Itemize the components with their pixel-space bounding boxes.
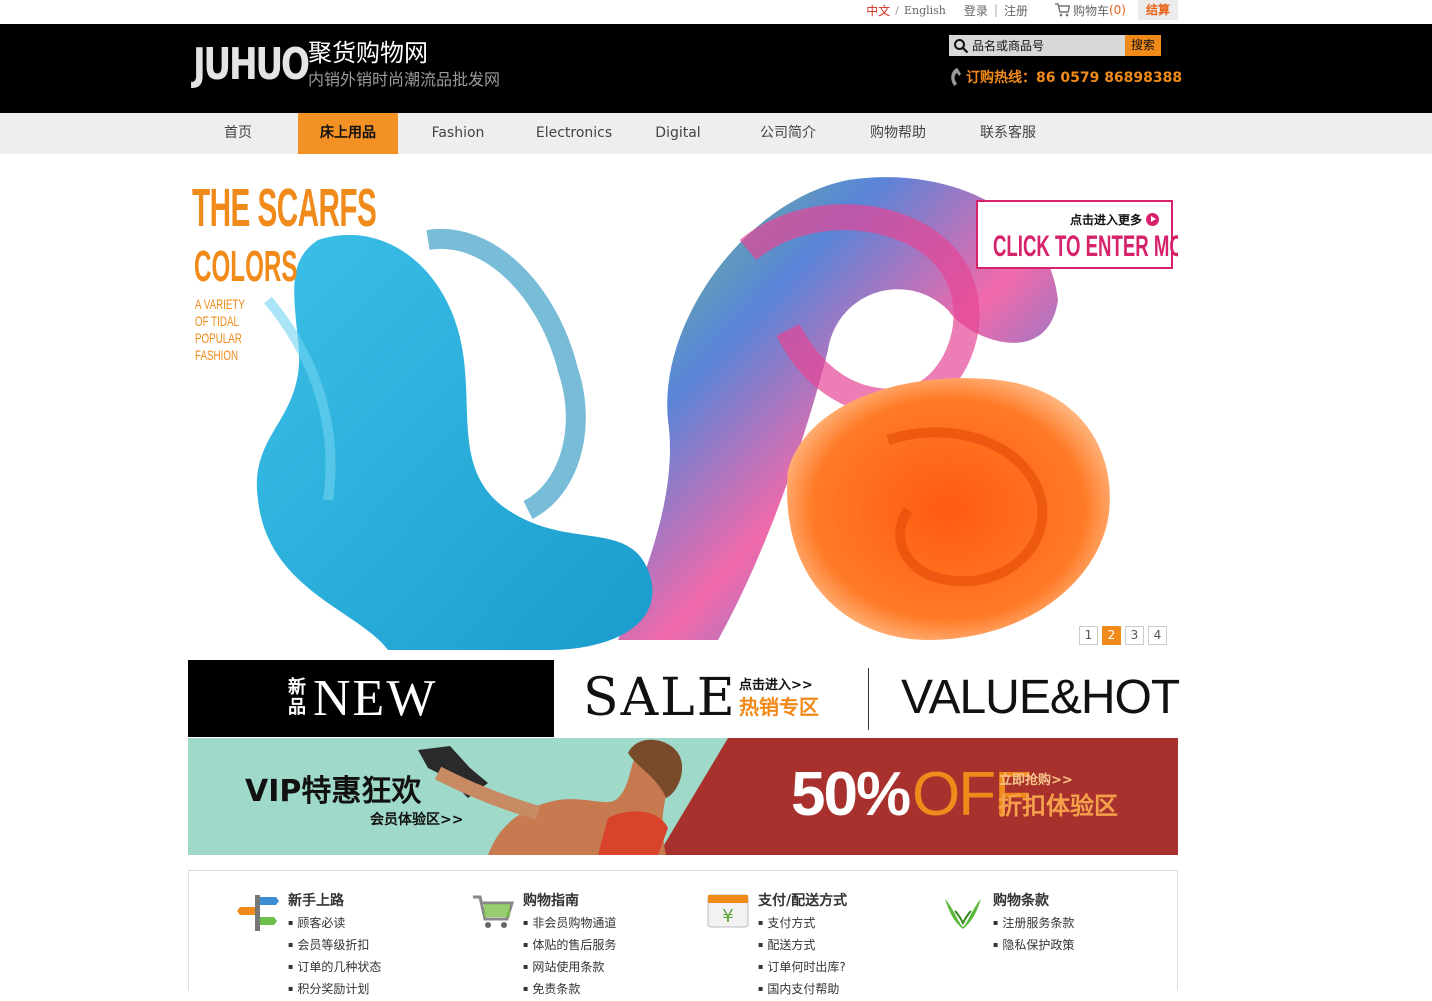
help-link[interactable]: 配送方式 (758, 935, 846, 957)
nav-item-home[interactable]: 首页 (188, 113, 288, 154)
promo-divider (868, 668, 869, 730)
pager-3[interactable]: 3 (1125, 626, 1144, 645)
pager-2[interactable]: 2 (1102, 626, 1121, 645)
checkout-button[interactable]: 结算 (1137, 0, 1178, 20)
play-icon (1146, 213, 1159, 226)
banner-pager: 1 2 3 4 (1079, 626, 1171, 645)
hands-icon (945, 899, 981, 929)
divider: | (993, 3, 998, 17)
nav-item-electronics[interactable]: Electronics (518, 113, 630, 154)
enter-more-cn: 点击进入更多 (1070, 211, 1159, 228)
banner-title: THE SCARFS (192, 178, 377, 238)
help-link[interactable]: 隐私保护政策 (993, 935, 1074, 957)
main-nav: 首页 床上用品 Fashion Electronics Digital 公司简介… (0, 113, 1432, 154)
sale-cn-label: 点击进入>> 热销专区 (739, 678, 819, 720)
top-bar: 中文 / English 登录 | 注册 购物车 (0) 结算 (0, 0, 1432, 24)
sale-label: SALE (583, 668, 737, 728)
cart-count: (0) (1108, 3, 1126, 17)
search-input[interactable]: 品名或商品号 (949, 35, 1125, 56)
sale-zone: 热销专区 (739, 695, 819, 719)
help-section: 新手上路 顾客必读 会员等级折扣 订单的几种状态 积分奖励计划 购物指南 非会员… (188, 870, 1178, 996)
search-button[interactable]: 搜索 (1125, 35, 1161, 56)
help-title: 新手上路 (288, 893, 344, 909)
enter-more-en: CLICK TO ENTER MORE (993, 230, 1178, 263)
banner-tagline: A VARIETY OF TIDAL POPULAR FASHION (195, 296, 245, 363)
pager-1[interactable]: 1 (1079, 626, 1098, 645)
help-link[interactable]: 免责条款 (523, 979, 616, 1001)
login-link[interactable]: 登录 (964, 2, 988, 19)
value-hot-banner[interactable]: VALUE&HOT (901, 668, 1180, 728)
help-title: 购物指南 (523, 893, 579, 909)
sale-cta: 点击进入>> (739, 678, 813, 693)
search-placeholder: 品名或商品号 (972, 39, 1045, 53)
cart-link[interactable]: 购物车 (0) (1054, 2, 1126, 19)
hotline-text: 订购热线：86 0579 86898388 (966, 70, 1183, 86)
nav-item-bedding[interactable]: 床上用品 (298, 113, 398, 154)
hotline: 订购热线：86 0579 86898388 (948, 67, 1182, 87)
lang-english-link[interactable]: English (904, 4, 946, 17)
vip-banner[interactable]: VIP特惠狂欢 会员体验区>> 50% OFF 立即抢购>> 折扣体验区 (188, 738, 1178, 855)
lang-chinese-link[interactable]: 中文 (866, 2, 890, 19)
new-products-banner[interactable]: 新品 NEW (188, 660, 554, 737)
lang-separator: / (895, 3, 899, 17)
help-link[interactable]: 顾客必读 (288, 913, 381, 935)
help-link[interactable]: 国内支付帮助 (758, 979, 846, 1001)
site-slogan: 内销外销时尚潮流品批发网 (308, 70, 501, 89)
nav-item-digital[interactable]: Digital (628, 113, 728, 154)
signpost-icon (237, 895, 279, 931)
phone-icon (951, 68, 961, 86)
discount-percent: 50% (791, 760, 911, 829)
search-icon (954, 38, 969, 53)
new-en-label: NEW (313, 670, 438, 727)
help-link[interactable]: 会员等级折扣 (288, 935, 381, 957)
help-link[interactable]: 注册服务条款 (993, 913, 1074, 935)
help-link[interactable]: 体贴的售后服务 (523, 935, 616, 957)
nav-item-contact[interactable]: 联系客服 (958, 113, 1058, 154)
nav-item-fashion[interactable]: Fashion (408, 113, 508, 154)
cart-icon (1054, 3, 1070, 17)
enter-more-button[interactable]: 点击进入更多 CLICK TO ENTER MORE (976, 200, 1178, 269)
site-logo[interactable]: JUHUO (193, 39, 310, 91)
vip-title: VIP特惠狂欢 (245, 774, 422, 809)
help-title: 购物条款 (993, 893, 1049, 909)
discount-zone-label: 折扣体验区 (998, 792, 1118, 820)
pager-4[interactable]: 4 (1148, 626, 1167, 645)
cart-icon (473, 895, 515, 928)
svg-text:¥: ¥ (722, 906, 733, 927)
nav-item-shopping-help[interactable]: 购物帮助 (848, 113, 948, 154)
hero-banner[interactable]: THE SCARFS COLORS A VARIETY OF TIDAL POP… (188, 170, 1178, 650)
nav-item-company[interactable]: 公司简介 (738, 113, 838, 154)
payment-icon: ¥ (707, 894, 749, 928)
help-link[interactable]: 订单的几种状态 (288, 957, 381, 979)
new-cn-label: 新品 (288, 677, 306, 718)
help-link[interactable]: 非会员购物通道 (523, 913, 616, 935)
site-name: 聚货购物网 (308, 39, 428, 67)
promo-row: 新品 NEW SALE 点击进入>> 热销专区 VALUE&HOT (188, 660, 1180, 737)
help-link[interactable]: 网站使用条款 (523, 957, 616, 979)
banner-subtitle: COLORS (194, 242, 298, 291)
buy-now-cta: 立即抢购>> (999, 773, 1073, 788)
vip-subtitle: 会员体验区>> (370, 812, 464, 828)
help-link[interactable]: 订单何时出库? (758, 957, 845, 979)
register-link[interactable]: 注册 (1004, 2, 1028, 19)
header: JUHUO 聚货购物网 内销外销时尚潮流品批发网 品名或商品号 搜索 订购热线：… (0, 24, 1432, 113)
help-title: 支付/配送方式 (758, 893, 848, 909)
help-link[interactable]: 支付方式 (758, 913, 846, 935)
cart-label: 购物车 (1072, 3, 1109, 18)
search-bar: 品名或商品号 搜索 (949, 35, 1161, 56)
help-link[interactable]: 积分奖励计划 (288, 979, 381, 1001)
